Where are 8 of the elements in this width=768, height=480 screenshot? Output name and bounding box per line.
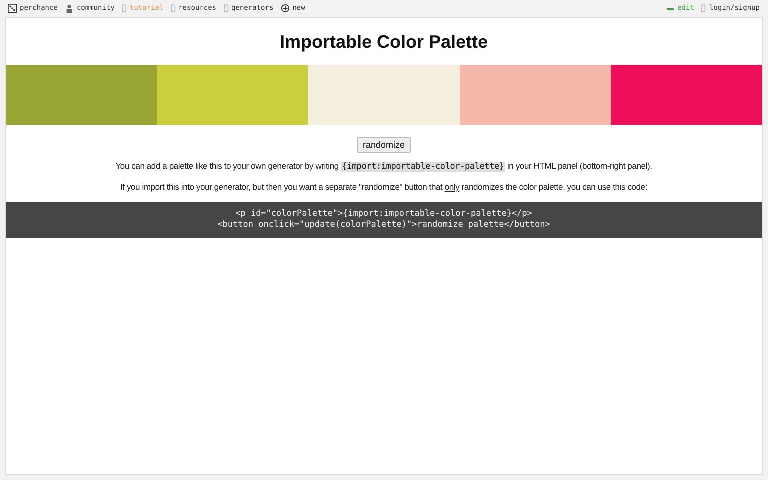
person-icon [64, 4, 74, 12]
code-block: <p id="colorPalette">{import:importable-color-palette}</p> <button onclick="update(colorPalette)">randomize palette</button> [6, 202, 762, 238]
instruction-text: If you import this into your generator, but then you want a separate "randomize" button that only randomizes the color palette, you can use this code: [120, 181, 648, 194]
page-title: Importable Color Palette [278, 32, 490, 52]
instruction-text: You can add a palette like this to your own generator by writing {import:importable-color-palette} in your HTML panel (bottom-right panel). [114, 160, 654, 174]
dice-icon [8, 4, 17, 12]
randomize-button[interactable]: randomize [356, 137, 412, 153]
plus-icon [280, 4, 290, 12]
